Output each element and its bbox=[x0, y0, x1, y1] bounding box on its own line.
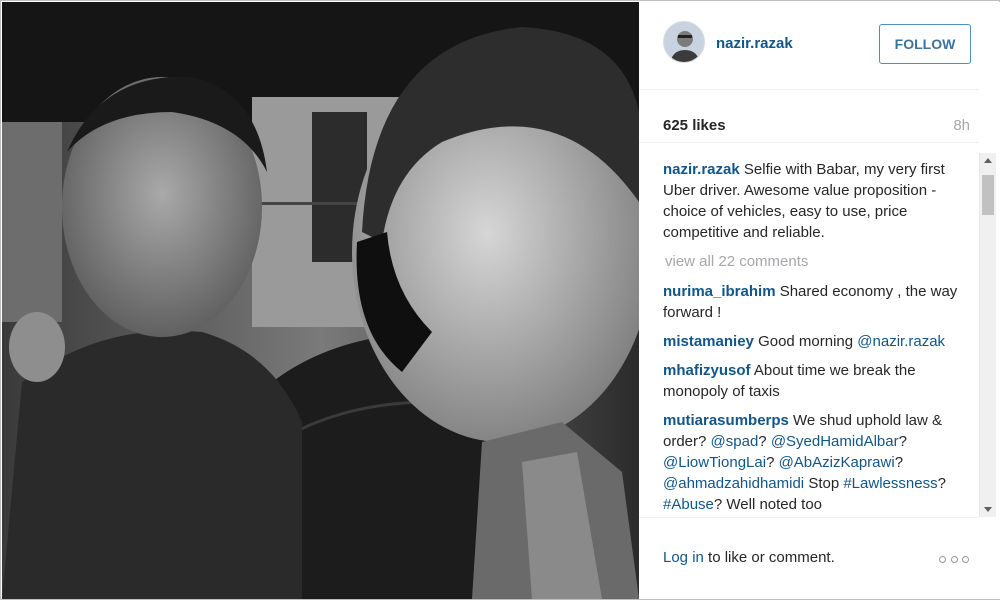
selfie-image bbox=[2, 2, 639, 599]
likes-count[interactable]: 625 likes bbox=[663, 117, 726, 134]
scrollbar-thumb[interactable] bbox=[982, 175, 994, 215]
post-photo[interactable] bbox=[2, 2, 639, 599]
login-prompt: Log in to like or comment. bbox=[663, 549, 835, 566]
comment-username[interactable]: mhafizyusof bbox=[663, 362, 751, 379]
follow-button[interactable]: FOLLOW bbox=[879, 24, 971, 64]
more-options-icon[interactable] bbox=[939, 554, 969, 564]
login-prompt-text: to like or comment. bbox=[708, 549, 835, 566]
profile-avatar-icon bbox=[664, 22, 704, 62]
comment-text: Stop bbox=[808, 475, 840, 492]
view-all-comments-link[interactable]: view all 22 comments bbox=[665, 251, 963, 272]
dot-icon bbox=[962, 555, 969, 563]
comment-text: Good morning bbox=[758, 333, 854, 350]
post-dialog: nazir.razak FOLLOW 625 likes 8h nazir.ra… bbox=[0, 0, 1000, 600]
post-timestamp[interactable]: 8h bbox=[953, 117, 970, 134]
mention-link[interactable]: @LiowTiongLai bbox=[663, 454, 766, 471]
dot-icon bbox=[939, 555, 946, 563]
scroll-up-arrow-icon[interactable] bbox=[980, 153, 996, 169]
caption: nazir.razak Selfie with Babar, my very f… bbox=[663, 159, 963, 243]
username-link[interactable]: nazir.razak bbox=[716, 35, 793, 52]
comment-item: mistamaniey Good morning @nazir.razak bbox=[663, 331, 963, 352]
post-sidebar: nazir.razak FOLLOW 625 likes 8h nazir.ra… bbox=[639, 2, 1000, 599]
avatar[interactable] bbox=[663, 21, 705, 63]
comment-username[interactable]: mistamaniey bbox=[663, 333, 754, 350]
mention-link[interactable]: @SyedHamidAlbar bbox=[771, 433, 899, 450]
mention-link[interactable]: @spad bbox=[711, 433, 759, 450]
dot-icon bbox=[950, 555, 958, 563]
comment-text: ? Well noted too bbox=[713, 496, 823, 513]
comment-text: ? bbox=[894, 454, 904, 471]
comment-text: ? bbox=[758, 433, 767, 450]
caption-username[interactable]: nazir.razak bbox=[663, 161, 740, 178]
scroll-down-arrow-icon[interactable] bbox=[980, 501, 996, 517]
comment-text: ? bbox=[766, 454, 775, 471]
post-header: nazir.razak FOLLOW bbox=[639, 2, 979, 90]
comment-item: mhafizyusof About time we break the mono… bbox=[663, 360, 963, 402]
login-link[interactable]: Log in bbox=[663, 549, 704, 566]
comments-scrollbar[interactable] bbox=[979, 153, 996, 517]
hashtag-link[interactable]: #Abuse bbox=[663, 496, 714, 513]
comment-text: ? bbox=[937, 475, 946, 492]
comment-text: ? bbox=[898, 433, 907, 450]
comment-item: mutiarasumberps We shud uphold law & ord… bbox=[663, 410, 963, 515]
comment-item: nurima_ibrahim Shared economy , the way … bbox=[663, 281, 963, 323]
comments-list: nazir.razak Selfie with Babar, my very f… bbox=[639, 143, 979, 517]
post-footer: Log in to like or comment. bbox=[639, 517, 979, 599]
mention-link[interactable]: @nazir.razak bbox=[857, 333, 945, 350]
comment-username[interactable]: nurima_ibrahim bbox=[663, 283, 776, 300]
post-stats: 625 likes 8h bbox=[639, 91, 979, 143]
mention-link[interactable]: @ahmadzahidhamidi bbox=[663, 475, 804, 492]
mention-link[interactable]: @AbAzizKaprawi bbox=[779, 454, 895, 471]
comment-username[interactable]: mutiarasumberps bbox=[663, 412, 789, 429]
hashtag-link[interactable]: #Lawlessness bbox=[843, 475, 937, 492]
